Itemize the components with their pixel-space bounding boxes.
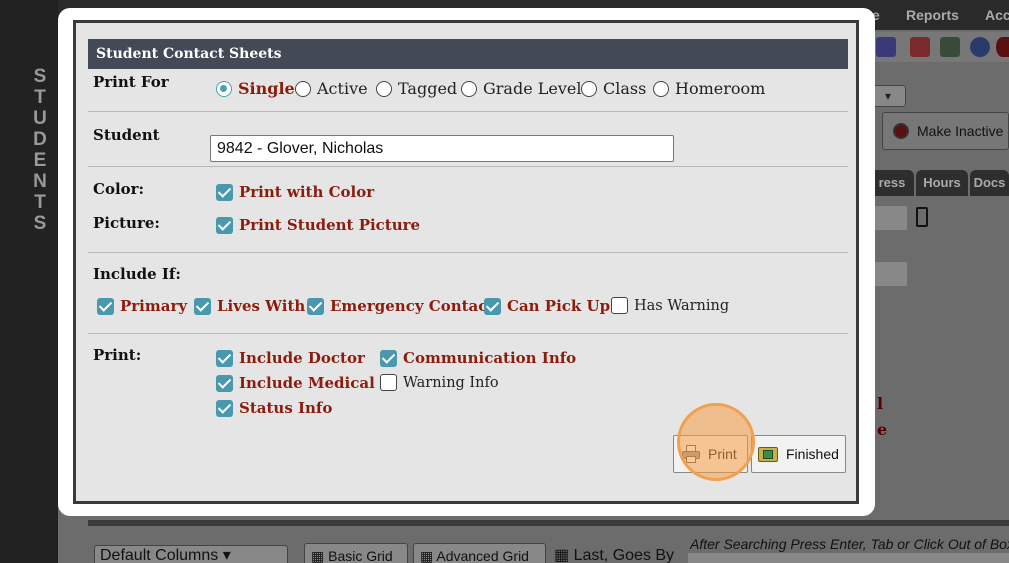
nav-item-reports[interactable]: Reports [906,7,959,23]
pdf-icon[interactable] [910,37,930,57]
radio-indicator[interactable] [295,80,311,97]
printer-icon [682,445,700,463]
checkbox-indicator[interactable] [216,399,233,417]
register-icon[interactable] [940,37,960,57]
divider [88,252,848,253]
divider [88,166,848,167]
checkbox-print-student-picture[interactable]: Print Student Picture [216,216,420,234]
checkbox-indicator[interactable] [97,297,114,315]
radio-single[interactable]: Single [216,79,295,98]
checkbox-has-warning[interactable]: Has Warning [611,297,729,314]
checkbox-warning-info[interactable]: Warning Info [380,374,499,391]
divider [88,333,848,334]
student-input[interactable] [210,135,674,162]
last-goes-by-label: ▦ Last, Goes By [554,547,675,563]
background-field[interactable] [870,206,907,230]
checkbox-indicator[interactable] [216,374,233,392]
student-label: Student [93,126,160,144]
panel-title: Student Contact Sheets [88,39,848,69]
finished-button[interactable]: Finished [751,435,846,473]
print-button[interactable]: Print [673,435,748,473]
default-columns-select[interactable]: Default Columns ▾ [94,545,288,563]
color-label: Color: [93,180,145,198]
checkbox-emergency-contact[interactable]: Emergency Contact [307,297,494,315]
checkbox-indicator[interactable] [380,374,397,391]
background-red-text: e [877,420,888,439]
grid-strip [88,520,1009,526]
basic-grid-button[interactable]: ▦ Basic Grid [304,543,408,563]
checkbox-indicator[interactable] [380,349,397,367]
checkbox-lives-with[interactable]: Lives With [194,297,305,315]
checkbox-include-medical[interactable]: Include Medical [216,374,375,392]
stop-icon [893,123,909,139]
checkbox-primary[interactable]: Primary [97,297,187,315]
checkbox-print-with-color[interactable]: Print with Color [216,183,374,201]
ap-icon[interactable] [876,37,896,57]
search-hint: After Searching Press Enter, Tab or Clic… [690,536,1009,552]
checkbox-indicator[interactable] [216,183,233,201]
stop-icon[interactable] [996,37,1009,57]
radio-indicator[interactable] [216,80,232,97]
radio-class[interactable]: Class [581,79,646,98]
radio-indicator[interactable] [653,80,669,97]
radio-indicator[interactable] [461,80,477,97]
contact-sheets-modal: Student Contact Sheets Print For Single … [58,8,875,516]
radio-indicator[interactable] [376,80,392,97]
advanced-grid-button[interactable]: ▦ Advanced Grid [413,543,546,563]
checkbox-can-pick-up[interactable]: Can Pick Up [484,297,610,315]
background-red-text: l [877,394,884,413]
finished-icon [758,445,778,463]
tab-address[interactable]: ress [870,170,914,196]
background-select[interactable]: ▾ [870,85,906,107]
radio-homeroom[interactable]: Homeroom [653,79,765,98]
print-for-label: Print For [93,73,169,91]
students-vertical-label: S T U D E N T S [33,66,47,234]
make-inactive-button[interactable]: Make Inactive [882,112,1009,150]
checkbox-status-info[interactable]: Status Info [216,399,332,417]
tab-docs[interactable]: Docs [970,170,1009,196]
radio-active[interactable]: Active [295,79,368,98]
checkbox-indicator[interactable] [307,297,324,315]
divider [88,111,848,112]
help-icon[interactable] [970,37,990,57]
radio-grade-level[interactable]: Grade Level [461,79,581,98]
print-label: Print: [93,346,142,364]
radio-tagged[interactable]: Tagged [376,79,457,98]
search-input[interactable] [688,553,1009,563]
background-field[interactable] [870,262,907,286]
checkbox-communication-info[interactable]: Communication Info [380,349,576,367]
nav-item-accounts[interactable]: Acc [985,7,1009,23]
include-if-label: Include If: [93,265,181,283]
checkbox-include-doctor[interactable]: Include Doctor [216,349,365,367]
checkbox-indicator[interactable] [194,297,211,315]
tab-hours[interactable]: Hours [916,170,968,196]
checkbox-indicator[interactable] [216,349,233,367]
radio-indicator[interactable] [581,80,597,97]
background-tabs: ress Hours Docs [870,170,1009,196]
checkbox-indicator[interactable] [611,297,628,314]
checkbox-indicator[interactable] [484,297,501,315]
contact-sheets-panel: Student Contact Sheets Print For Single … [73,20,859,504]
phone-icon [916,207,928,227]
checkbox-indicator[interactable] [216,216,233,234]
picture-label: Picture: [93,214,160,232]
